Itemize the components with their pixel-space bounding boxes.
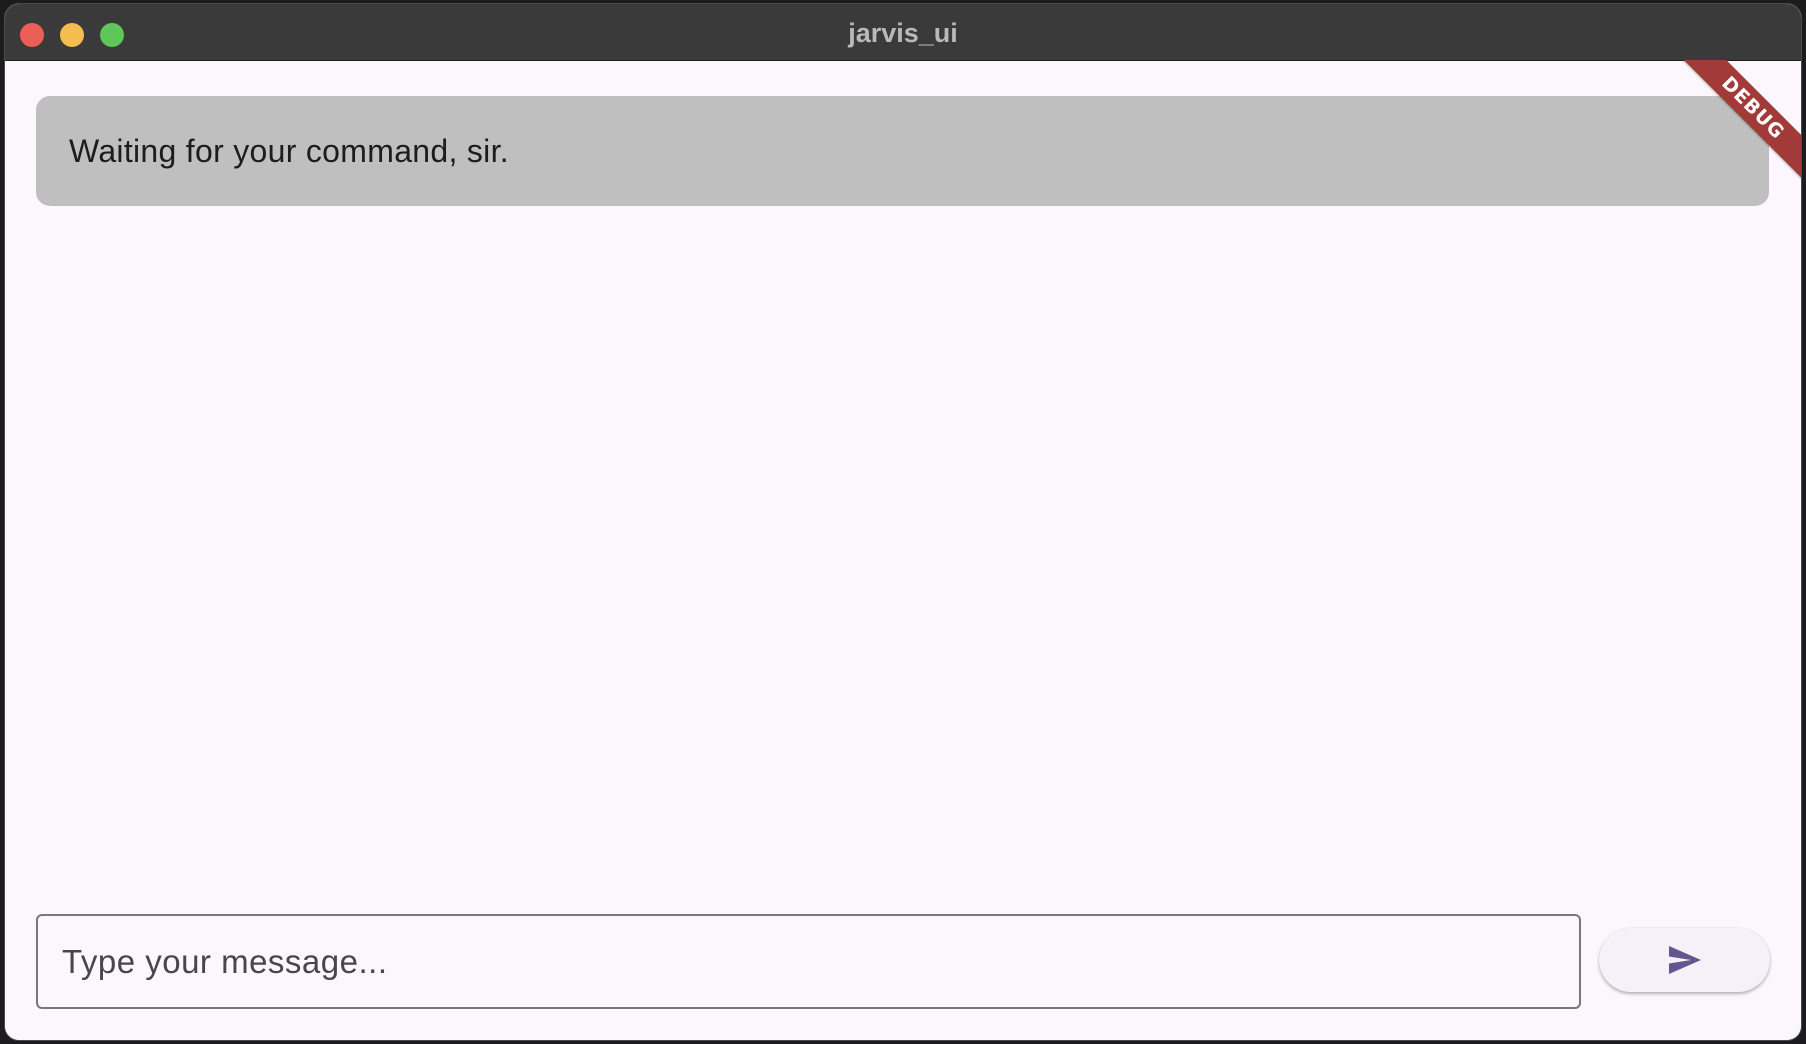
send-icon	[1668, 946, 1701, 974]
window-title: jarvis_ui	[848, 18, 958, 48]
chat-area: Waiting for your command, sir.	[5, 61, 1801, 1040]
message-text: Waiting for your command, sir.	[69, 132, 509, 169]
title-bar[interactable]: jarvis_ui	[5, 4, 1801, 61]
message-input[interactable]	[38, 916, 1579, 1007]
send-button[interactable]	[1599, 928, 1770, 992]
message-input-container	[36, 914, 1581, 1009]
message-bubble: Waiting for your command, sir.	[36, 96, 1769, 206]
app-window: jarvis_ui Waiting for your command, sir.…	[5, 4, 1801, 1040]
